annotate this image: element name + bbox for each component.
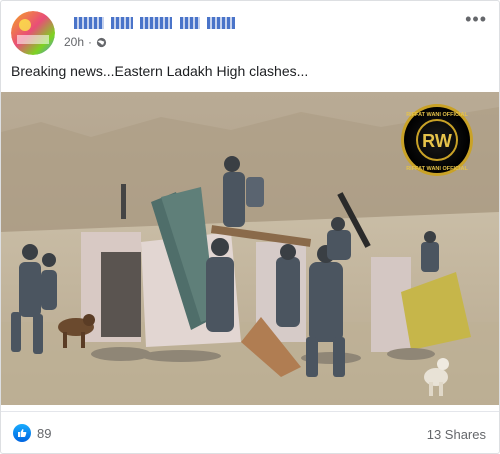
watermark-bottom-text: RIFFAT WANI OFFICIAL [406,166,468,172]
post-text: Breaking news...Eastern Ladakh High clas… [11,63,309,79]
post-meta: 20h · [64,35,107,49]
watermark-logo: RW RIFFAT WANI OFFICIAL RIFFAT WANI OFFI… [401,104,473,176]
photo-scene: RW RIFFAT WANI OFFICIAL RIFFAT WANI OFFI… [1,92,499,405]
footer-divider [1,411,499,412]
watermark-logo-text: RW [422,131,452,151]
author-name[interactable] [74,14,238,30]
post-photo[interactable]: RW RIFFAT WANI OFFICIAL RIFFAT WANI OFFI… [1,92,499,405]
more-options-icon[interactable]: ••• [465,9,487,30]
shares-count[interactable]: 13 Shares [427,427,486,442]
post-card: 20h · ••• Breaking news...Eastern Ladakh… [0,0,500,454]
post-timestamp[interactable]: 20h [64,35,84,49]
blurred-name-segment [111,17,134,30]
blurred-name-segment [179,17,200,30]
blurred-name-segment [206,17,235,30]
watermark-top-text: RIFFAT WANI OFFICIAL [406,112,468,118]
author-avatar[interactable] [11,11,55,55]
blurred-name-segment [74,17,104,30]
like-reaction-icon [13,424,31,442]
like-count: 89 [37,425,52,441]
globe-icon[interactable] [96,37,107,48]
blurred-name-segment [140,17,173,30]
meta-separator: · [88,35,93,49]
reactions-summary[interactable]: 89 [13,424,51,442]
